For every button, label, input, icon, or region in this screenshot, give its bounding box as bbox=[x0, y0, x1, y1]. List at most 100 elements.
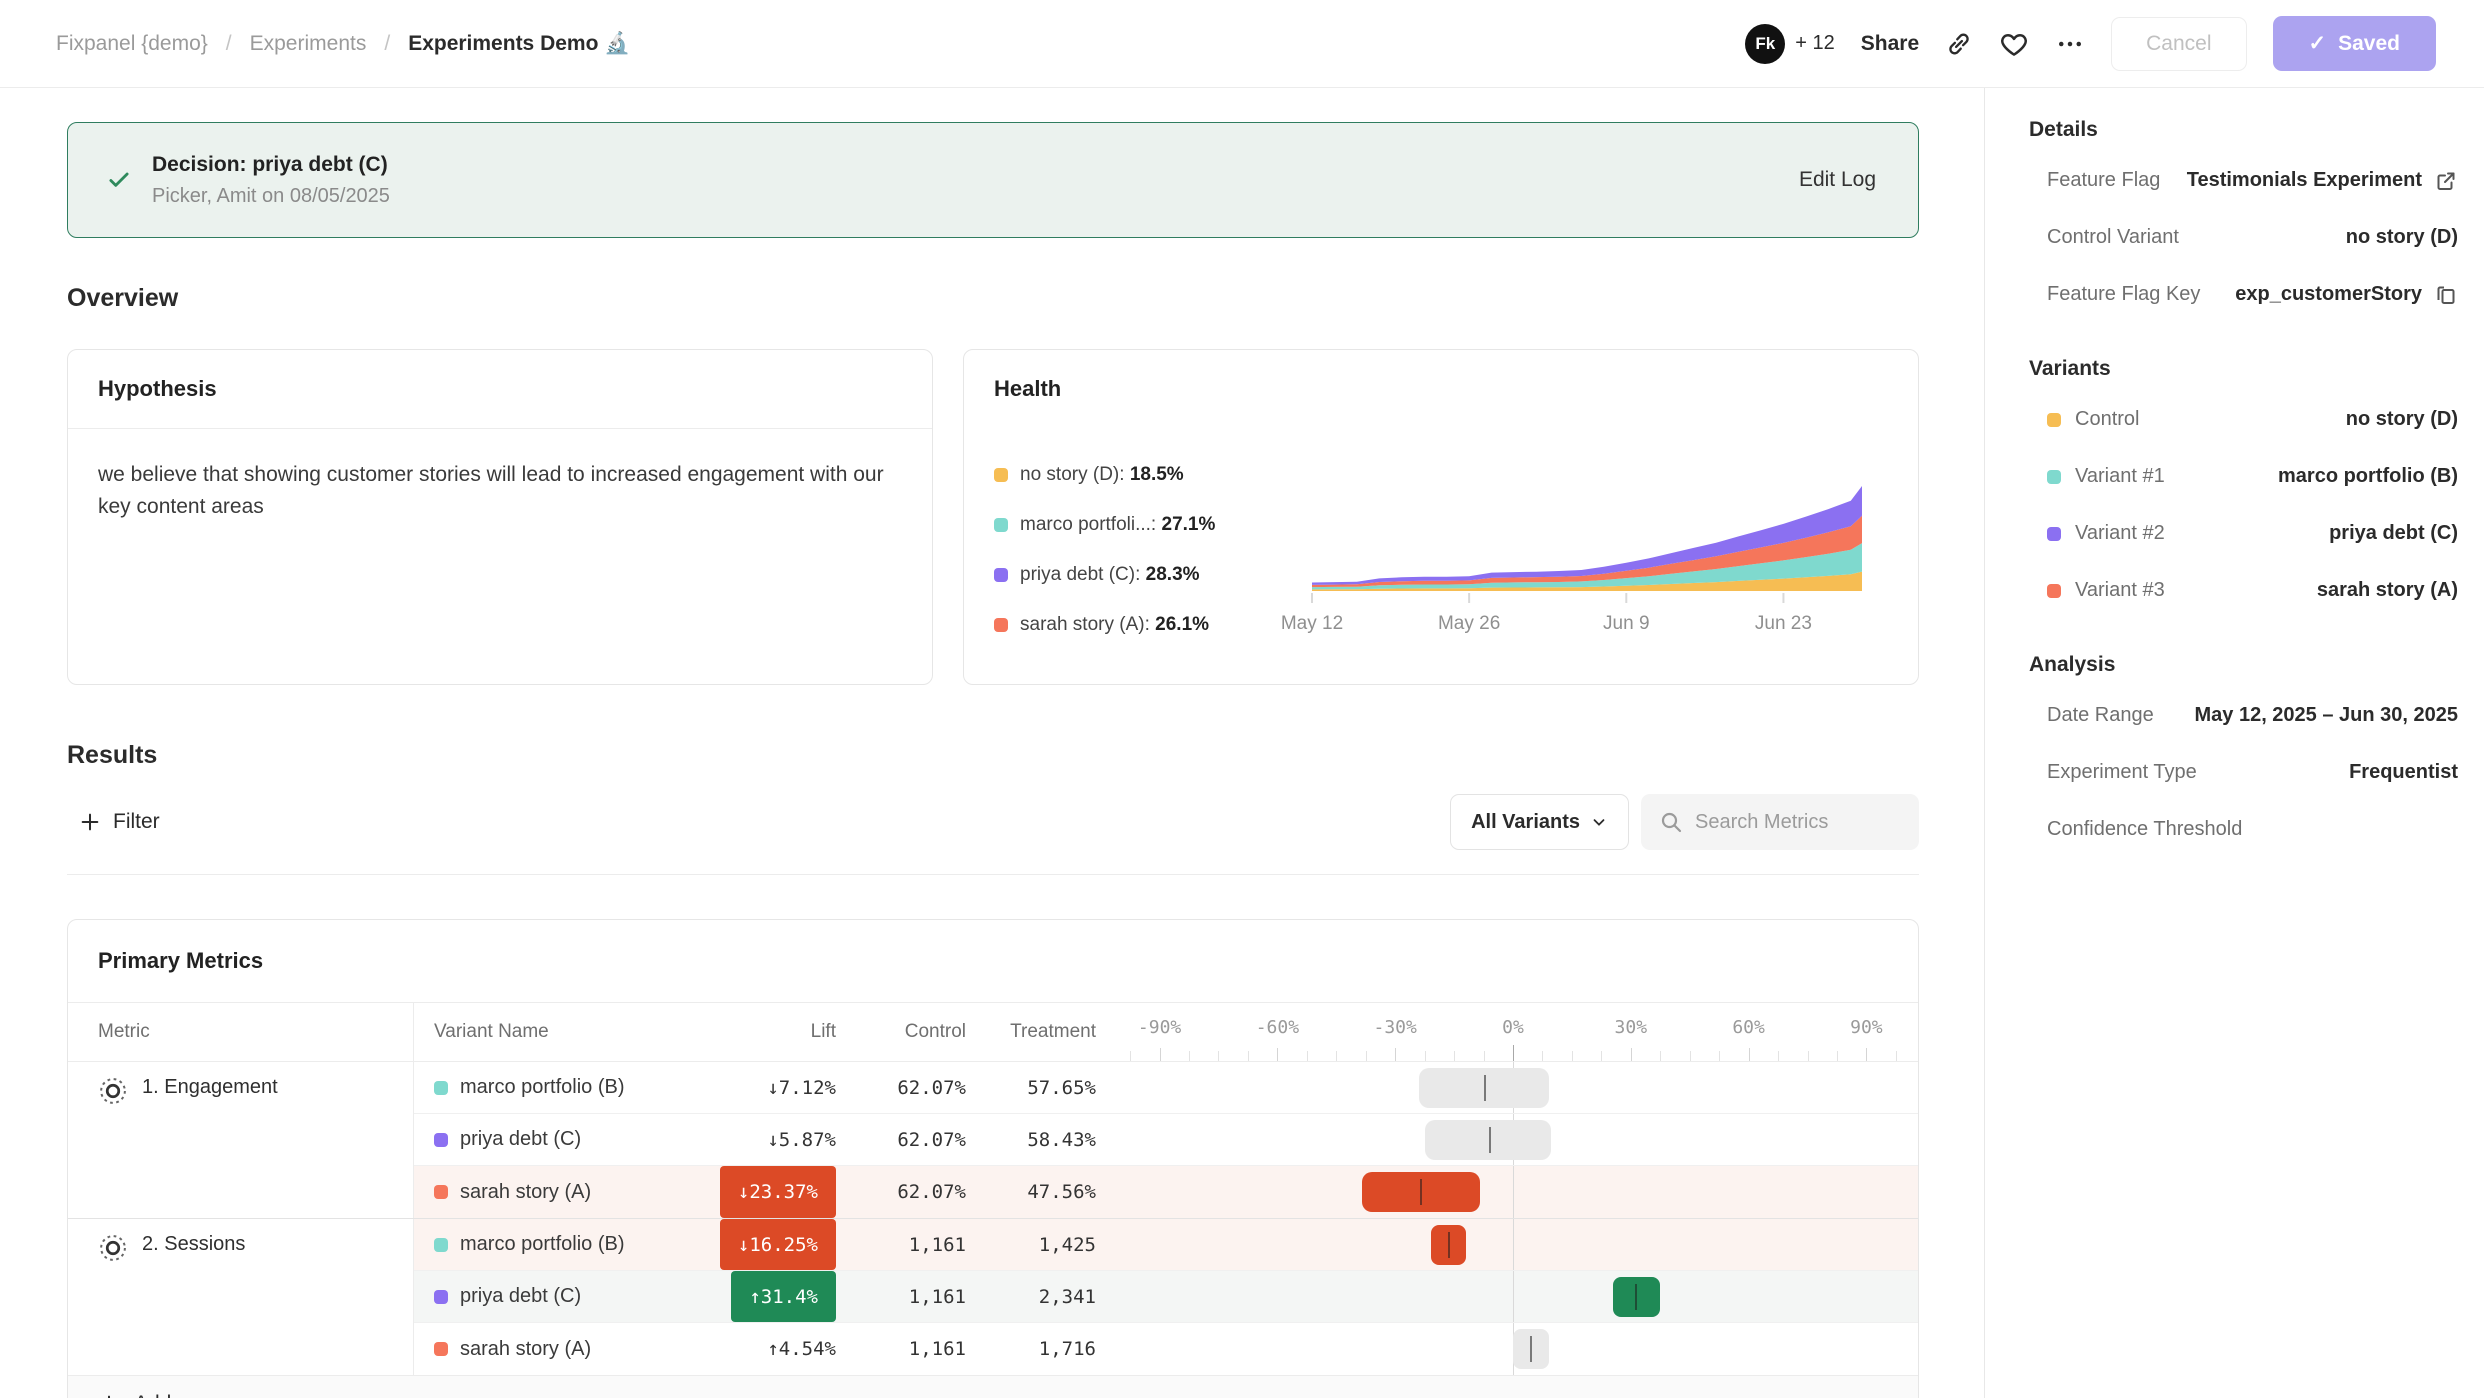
health-legend: no story (D): 18.5% marco portfoli...: 2… bbox=[994, 464, 1272, 636]
variant-color-swatch bbox=[434, 1081, 448, 1095]
sidebar-row: Control no story (D) bbox=[2029, 391, 2458, 448]
zero-line bbox=[1513, 1271, 1514, 1322]
share-button[interactable]: Share bbox=[1861, 32, 1919, 56]
variant-name: marco portfolio (B) bbox=[460, 1076, 625, 1099]
column-header-lift: Lift bbox=[701, 1003, 836, 1061]
decision-text: Decision: priya debt (C) Picker, Amit on… bbox=[152, 153, 390, 208]
add-metric-button[interactable]: Add bbox=[68, 1375, 1918, 1398]
axis-tick bbox=[1719, 1051, 1720, 1061]
axis-tick bbox=[1866, 1048, 1867, 1061]
favorite-button[interactable] bbox=[1999, 29, 2029, 59]
variant-row[interactable]: priya debt (C) ↓5.87% 62.07% 58.43% bbox=[414, 1114, 1918, 1166]
hypothesis-body: we believe that showing customer stories… bbox=[68, 429, 932, 552]
variant-cell: marco portfolio (B) bbox=[414, 1219, 701, 1270]
axis-tick bbox=[1130, 1051, 1131, 1061]
details-sidebar: Details Feature Flag Testimonials Experi… bbox=[1985, 88, 2484, 1398]
metrics-table-body: 1. Engagement marco portfolio (B) ↓7.12%… bbox=[68, 1061, 1918, 1375]
more-options-button[interactable] bbox=[2055, 29, 2085, 59]
metrics-table-header: Metric Variant Name Lift Control Treatme… bbox=[68, 1003, 1918, 1061]
all-variants-label: All Variants bbox=[1471, 811, 1580, 834]
treatment-value: 1,425 bbox=[966, 1219, 1096, 1270]
variant-row[interactable]: priya debt (C) ↑31.4% 1,161 2,341 bbox=[414, 1271, 1918, 1323]
add-filter-button[interactable]: Filter bbox=[67, 800, 172, 844]
axis-tick bbox=[1601, 1051, 1602, 1061]
axis-tick bbox=[1690, 1051, 1691, 1061]
axis-tick bbox=[1749, 1048, 1750, 1061]
variant-color-swatch bbox=[434, 1238, 448, 1252]
axis-tick-label: -90% bbox=[1138, 1017, 1181, 1038]
variants-rows: Control no story (D) Variant #1 marco po… bbox=[2029, 391, 2458, 619]
cancel-button[interactable]: Cancel bbox=[2111, 17, 2246, 71]
breadcrumb-separator: / bbox=[226, 32, 232, 56]
sidebar-row: Variant #1 marco portfolio (B) bbox=[2029, 448, 2458, 505]
lift-cell: ↓5.87% bbox=[701, 1114, 836, 1165]
external-link-button[interactable] bbox=[2434, 169, 2458, 193]
variant-row[interactable]: sarah story (A) ↓23.37% 62.07% 47.56% bbox=[414, 1166, 1918, 1218]
add-label: Add bbox=[134, 1392, 171, 1398]
svg-text:May 26: May 26 bbox=[1438, 613, 1500, 634]
variant-color-swatch bbox=[994, 568, 1008, 582]
column-header-treatment: Treatment bbox=[966, 1003, 1096, 1061]
filter-label: Filter bbox=[113, 810, 160, 834]
breadcrumb-separator: / bbox=[384, 32, 390, 56]
health-legend-item: sarah story (A): 26.1% bbox=[994, 614, 1272, 636]
variant-row[interactable]: marco portfolio (B) ↓7.12% 62.07% 57.65% bbox=[414, 1062, 1918, 1114]
saved-button[interactable]: ✓ Saved bbox=[2273, 16, 2436, 71]
metric-name: 1. Engagement bbox=[142, 1076, 278, 1099]
breadcrumb-current-page: Experiments Demo 🔬 bbox=[408, 32, 630, 56]
axis-tick bbox=[1572, 1051, 1573, 1061]
breadcrumb-project[interactable]: Fixpanel {demo} bbox=[56, 32, 208, 56]
lift-midpoint-marker bbox=[1530, 1336, 1532, 1362]
variant-name: sarah story (A) bbox=[460, 1181, 591, 1204]
copy-icon bbox=[2434, 283, 2458, 307]
axis-tick-label: -60% bbox=[1256, 1017, 1299, 1038]
health-legend-item: marco portfoli...: 27.1% bbox=[994, 514, 1272, 536]
svg-text:May 12: May 12 bbox=[1281, 613, 1343, 634]
copy-link-button[interactable] bbox=[1945, 30, 1973, 58]
metric-target-icon bbox=[98, 1076, 128, 1106]
variant-color-swatch bbox=[994, 518, 1008, 532]
filter-row: Filter All Variants bbox=[67, 794, 1919, 850]
confidence-interval-cell bbox=[1096, 1062, 1918, 1113]
edit-log-button[interactable]: Edit Log bbox=[1799, 168, 1876, 192]
axis-tick bbox=[1778, 1051, 1779, 1061]
lift-cell: ↓16.25% bbox=[701, 1219, 836, 1270]
confidence-interval-cell bbox=[1096, 1219, 1918, 1270]
lift-badge: ↓16.25% bbox=[720, 1219, 836, 1270]
details-section: Details Feature Flag Testimonials Experi… bbox=[2029, 118, 2458, 323]
divider bbox=[67, 874, 1919, 875]
copy-button[interactable] bbox=[2434, 283, 2458, 307]
decision-check-icon bbox=[106, 167, 132, 193]
primary-metrics-card: Primary Metrics Metric Variant Name Lift… bbox=[67, 919, 1919, 1398]
variant-color-swatch bbox=[2047, 584, 2061, 598]
variant-cell: priya debt (C) bbox=[414, 1271, 701, 1322]
collaborator-count[interactable]: + 12 bbox=[1795, 32, 1834, 55]
search-metrics-input[interactable] bbox=[1695, 811, 1901, 834]
confidence-interval-cell bbox=[1096, 1166, 1918, 1218]
axis-tick bbox=[1248, 1051, 1249, 1061]
lift-cell: ↓7.12% bbox=[701, 1062, 836, 1113]
axis-tick bbox=[1542, 1051, 1543, 1061]
variant-row[interactable]: marco portfolio (B) ↓16.25% 1,161 1,425 bbox=[414, 1219, 1918, 1271]
variant-name: sarah story (A) bbox=[460, 1338, 591, 1361]
variant-row[interactable]: sarah story (A) ↑4.54% 1,161 1,716 bbox=[414, 1323, 1918, 1375]
control-value: 62.07% bbox=[836, 1166, 966, 1218]
lift-midpoint-marker bbox=[1489, 1127, 1491, 1153]
breadcrumb-experiments[interactable]: Experiments bbox=[250, 32, 367, 56]
axis-tick bbox=[1307, 1051, 1308, 1061]
control-value: 62.07% bbox=[836, 1114, 966, 1165]
all-variants-dropdown[interactable]: All Variants bbox=[1450, 794, 1629, 850]
sidebar-row: Experiment Type Frequentist bbox=[2029, 744, 2458, 801]
variant-name: priya debt (C) bbox=[460, 1128, 581, 1151]
control-value: 62.07% bbox=[836, 1062, 966, 1113]
lift-midpoint-marker bbox=[1484, 1075, 1486, 1101]
avatar[interactable]: Fk bbox=[1745, 24, 1785, 64]
confidence-interval-bar bbox=[1425, 1120, 1551, 1160]
axis-cell: -90%-60%-30%0%30%60%90% bbox=[1096, 1003, 1918, 1061]
decision-title: Decision: priya debt (C) bbox=[152, 153, 390, 177]
sidebar-row: Feature Flag Testimonials Experiment bbox=[2029, 152, 2458, 209]
axis-tick-label: 60% bbox=[1732, 1017, 1765, 1038]
metric-cell: 2. Sessions bbox=[68, 1219, 414, 1375]
details-heading: Details bbox=[2029, 118, 2458, 142]
health-legend-item: priya debt (C): 28.3% bbox=[994, 564, 1272, 586]
